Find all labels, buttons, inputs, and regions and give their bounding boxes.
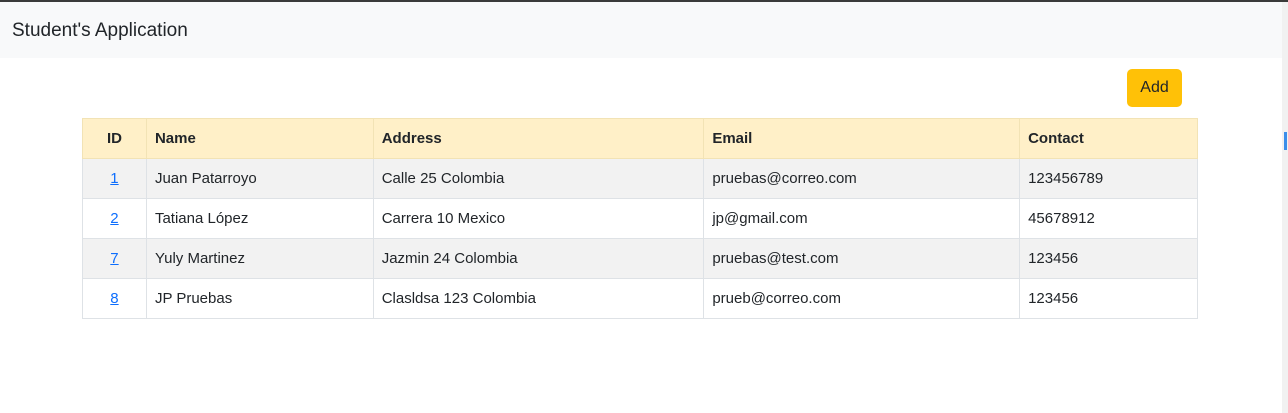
name-cell: Tatiana López <box>145 198 374 239</box>
navbar: Student's Application <box>0 2 1282 58</box>
contact-cell: 123456789 <box>1019 158 1198 199</box>
email-cell: prueb@correo.com <box>703 278 1021 319</box>
table-header-row: ID Name Address Email Contact <box>82 118 1198 159</box>
email-cell: pruebas@test.com <box>703 238 1021 279</box>
student-id-link[interactable]: 8 <box>110 290 118 307</box>
table-row: 8 JP Pruebas Clasldsa 123 Colombia prueb… <box>82 278 1198 319</box>
table-row: 7 Yuly Martinez Jazmin 24 Colombia prueb… <box>82 238 1198 279</box>
column-header-email: Email <box>703 118 1021 159</box>
vertical-scrollbar[interactable] <box>1282 2 1288 413</box>
contact-cell: 123456 <box>1019 238 1198 279</box>
scrollbar-thumb[interactable] <box>1284 132 1287 150</box>
column-header-address: Address <box>372 118 705 159</box>
id-cell: 7 <box>82 238 147 279</box>
contact-cell: 123456 <box>1019 278 1198 319</box>
id-cell: 8 <box>82 278 147 319</box>
table-row: 1 Juan Patarroyo Calle 25 Colombia prueb… <box>82 158 1198 199</box>
column-header-name: Name <box>145 118 374 159</box>
table-row: 2 Tatiana López Carrera 10 Mexico jp@gma… <box>82 198 1198 239</box>
id-cell: 2 <box>82 198 147 239</box>
student-id-link[interactable]: 7 <box>110 250 118 267</box>
column-header-contact: Contact <box>1019 118 1198 159</box>
email-cell: pruebas@correo.com <box>703 158 1021 199</box>
name-cell: Yuly Martinez <box>145 238 374 279</box>
navbar-brand[interactable]: Student's Application <box>12 19 188 43</box>
address-cell: Clasldsa 123 Colombia <box>372 278 705 319</box>
email-cell: jp@gmail.com <box>703 198 1021 239</box>
add-button[interactable]: Add <box>1127 69 1182 107</box>
address-cell: Carrera 10 Mexico <box>372 198 705 239</box>
name-cell: Juan Patarroyo <box>145 158 374 199</box>
id-cell: 1 <box>82 158 147 199</box>
student-id-link[interactable]: 2 <box>110 210 118 227</box>
address-cell: Jazmin 24 Colombia <box>372 238 705 279</box>
address-cell: Calle 25 Colombia <box>372 158 705 199</box>
column-header-id: ID <box>82 118 147 159</box>
name-cell: JP Pruebas <box>145 278 374 319</box>
students-table: ID Name Address Email Contact 1 Juan Pat… <box>82 118 1198 319</box>
contact-cell: 45678912 <box>1019 198 1198 239</box>
student-id-link[interactable]: 1 <box>110 170 118 187</box>
